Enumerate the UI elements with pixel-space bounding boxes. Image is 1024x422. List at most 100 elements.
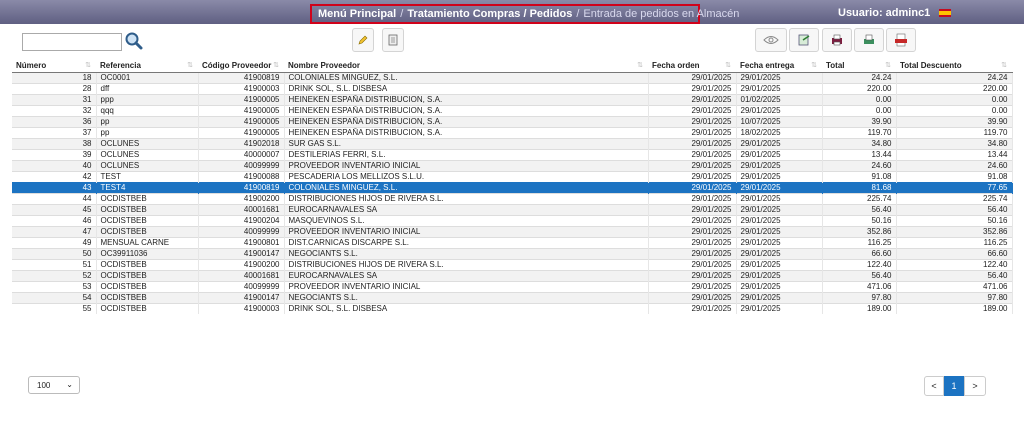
column-header[interactable]: Fecha orden ⇅ bbox=[648, 60, 736, 73]
page-size-select[interactable]: 100 ⌄ bbox=[28, 376, 80, 394]
table-cell: 46 bbox=[12, 214, 97, 226]
print-button[interactable] bbox=[822, 28, 852, 52]
user-label[interactable]: Usuario: adminc1 bbox=[838, 7, 930, 19]
table-cell: 122.40 bbox=[896, 258, 1013, 270]
column-header-label: Total bbox=[826, 61, 845, 71]
table-cell: 41900005 bbox=[198, 126, 285, 138]
table-row[interactable]: 28 dff 41900003 DRINK SOL, S.L. DISBESA 29/0… bbox=[12, 82, 1013, 94]
table-cell: 29/01/2025 bbox=[648, 280, 737, 292]
column-header[interactable]: Referencia ⇅ bbox=[96, 60, 198, 73]
table-cell: ppp bbox=[96, 93, 199, 105]
table-cell: 28 bbox=[12, 82, 97, 94]
table-cell: 29/01/2025 bbox=[648, 269, 737, 281]
table-cell: 471.06 bbox=[822, 280, 897, 292]
fax-button[interactable] bbox=[854, 28, 884, 52]
table-cell: 13.44 bbox=[822, 148, 897, 160]
column-header[interactable]: Total ⇅ bbox=[822, 60, 896, 73]
flag-icon[interactable] bbox=[939, 9, 951, 17]
table-cell: 34.80 bbox=[822, 137, 897, 149]
table-cell: 0.00 bbox=[896, 93, 1013, 105]
pagination-page[interactable]: 1 bbox=[944, 376, 964, 396]
table-cell: SUR GAS S.L. bbox=[284, 137, 649, 149]
breadcrumb-current: Entrada de pedidos en Almacén bbox=[583, 8, 740, 20]
table-cell: 0.00 bbox=[822, 93, 897, 105]
table-cell: 29/01/2025 bbox=[648, 93, 737, 105]
table-row[interactable]: 50 OC39911036 41900147 NEGOCIANTS S.L. 29/01… bbox=[12, 247, 1013, 259]
table-cell: 29/01/2025 bbox=[736, 192, 823, 204]
table-row[interactable]: 54 OCDISTBEB 41900147 NEGOCIANTS S.L. 29/01/… bbox=[12, 291, 1013, 303]
table-cell: 471.06 bbox=[896, 280, 1013, 292]
table-cell: 40099999 bbox=[198, 280, 285, 292]
table-cell: 34.80 bbox=[896, 137, 1013, 149]
table-cell: 29/01/2025 bbox=[648, 159, 737, 171]
orders-table: Número ⇅ Referencia ⇅ Código Proveedor ⇅ Nombr… bbox=[12, 60, 1013, 314]
table-cell: 66.60 bbox=[896, 247, 1013, 259]
edit-icon bbox=[358, 35, 368, 45]
table-cell: 41900003 bbox=[198, 82, 285, 94]
table-cell: 97.80 bbox=[896, 291, 1013, 303]
table-cell: 29/01/2025 bbox=[736, 148, 823, 160]
table-cell: 40099999 bbox=[198, 225, 285, 237]
table-row[interactable]: 38 OCLUNES 41902018 SUR GAS S.L. 29/01/2025 2… bbox=[12, 137, 1013, 149]
sort-icon: ⇅ bbox=[1001, 62, 1007, 70]
table-row[interactable]: 36 pp 41900005 HEINEKEN ESPAÑA DISTRIBUCION… bbox=[12, 115, 1013, 127]
column-header[interactable]: Número ⇅ bbox=[12, 60, 96, 73]
table-row[interactable]: 55 OCDISTBEB 41900003 DRINK SOL, S.L. DISBE… bbox=[12, 302, 1013, 314]
pagination-next[interactable]: > bbox=[964, 376, 986, 396]
column-header[interactable]: Nombre Proveedor ⇅ bbox=[284, 60, 648, 73]
table-cell: 50.16 bbox=[822, 214, 897, 226]
table-cell: 29/01/2025 bbox=[736, 181, 823, 193]
table-cell: 29/01/2025 bbox=[736, 269, 823, 281]
table-row[interactable]: 44 OCDISTBEB 41900200 DISTRIBUCIONES HIJOS … bbox=[12, 192, 1013, 204]
table-cell: 40099999 bbox=[198, 159, 285, 171]
table-cell: 40000007 bbox=[198, 148, 285, 160]
breadcrumb-home[interactable]: Menú Principal bbox=[318, 8, 396, 20]
search-input[interactable] bbox=[22, 33, 122, 51]
view-button[interactable] bbox=[755, 28, 787, 52]
table-cell: 116.25 bbox=[822, 236, 897, 248]
table-cell: 77.65 bbox=[896, 181, 1013, 193]
table-cell: DRINK SOL, S.L. DISBESA bbox=[284, 82, 649, 94]
pdf-button[interactable] bbox=[886, 28, 916, 52]
table-cell: 52 bbox=[12, 269, 97, 281]
table-cell: 29/01/2025 bbox=[736, 82, 823, 94]
table-cell: 29/01/2025 bbox=[648, 126, 737, 138]
export-button[interactable] bbox=[789, 28, 819, 52]
table-cell: 29/01/2025 bbox=[648, 170, 737, 182]
column-header[interactable]: Código Proveedor ⇅ bbox=[198, 60, 284, 73]
breadcrumb-section[interactable]: Tratamiento Compras / Pedidos bbox=[407, 8, 572, 20]
table-row[interactable]: 40 OCLUNES 40099999 PROVEEDOR INVENTARIO IN… bbox=[12, 159, 1013, 171]
table-row[interactable]: 46 OCDISTBEB 41900204 MASQUEVINOS S.L. 29/01… bbox=[12, 214, 1013, 226]
pagination-prev[interactable]: < bbox=[924, 376, 944, 396]
table-cell: 225.74 bbox=[822, 192, 897, 204]
table-row[interactable]: 18 OC0001 41900819 COLONIALES MINGUEZ, S.L.… bbox=[12, 71, 1013, 83]
document-button[interactable] bbox=[382, 28, 404, 52]
table-cell: 56.40 bbox=[822, 203, 897, 215]
table-row[interactable]: 51 OCDISTBEB 41900200 DISTRIBUCIONES HIJOS … bbox=[12, 258, 1013, 270]
table-row[interactable]: 39 OCLUNES 40000007 DESTILERIAS FERRI, S.L.… bbox=[12, 148, 1013, 160]
edit-button[interactable] bbox=[352, 28, 374, 52]
table-cell: 41900200 bbox=[198, 258, 285, 270]
table-cell: 29/01/2025 bbox=[648, 115, 737, 127]
table-row[interactable]: 47 OCDISTBEB 40099999 PROVEEDOR INVENTARIO … bbox=[12, 225, 1013, 237]
column-header[interactable]: Total Descuento ⇅ bbox=[896, 60, 1012, 73]
eye-icon bbox=[763, 36, 779, 44]
table-row[interactable]: 49 MENSUAL CARNE 41900801 DIST.CARNICAS DIS… bbox=[12, 236, 1013, 248]
table-row[interactable]: 32 qqq 41900005 HEINEKEN ESPAÑA DISTRIBUCIO… bbox=[12, 104, 1013, 116]
breadcrumb-separator: / bbox=[400, 8, 404, 20]
table-row[interactable]: 42 TEST 41900088 PESCADERIA LOS MELLIZOS S.… bbox=[12, 170, 1013, 182]
column-header[interactable]: Fecha entrega ⇅ bbox=[736, 60, 822, 73]
table-row[interactable]: 43 TEST4 41900819 COLONIALES MINGUEZ, S.L. 2… bbox=[12, 181, 1013, 193]
table-row[interactable]: 37 pp 41900005 HEINEKEN ESPAÑA DISTRIBUCION… bbox=[12, 126, 1013, 138]
table-cell: DIST.CARNICAS DISCARPE S.L. bbox=[284, 236, 649, 248]
search-button[interactable] bbox=[124, 31, 144, 51]
table-row[interactable]: 31 ppp 41900005 HEINEKEN ESPAÑA DISTRIBUCIO… bbox=[12, 93, 1013, 105]
table-cell: 43 bbox=[12, 181, 97, 193]
table-cell: 39 bbox=[12, 148, 97, 160]
table-cell: 91.08 bbox=[822, 170, 897, 182]
table-row[interactable]: 45 OCDISTBEB 40001681 EUROCARNAVALES SA 29/0… bbox=[12, 203, 1013, 215]
table-row[interactable]: 53 OCDISTBEB 40099999 PROVEEDOR INVENTARIO … bbox=[12, 280, 1013, 292]
table-row[interactable]: 52 OCDISTBEB 40001681 EUROCARNAVALES SA 29/0… bbox=[12, 269, 1013, 281]
table-cell: 97.80 bbox=[822, 291, 897, 303]
table-cell: 29/01/2025 bbox=[736, 291, 823, 303]
